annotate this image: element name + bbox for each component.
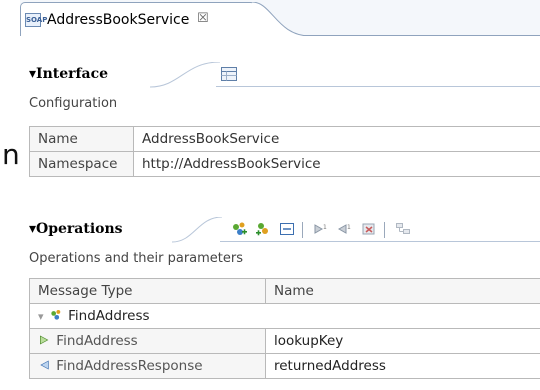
namespace-field[interactable]: http://AddressBookService: [133, 151, 540, 177]
config-key: Namespace: [29, 151, 134, 177]
operations-section-title: Operations: [36, 221, 123, 237]
output-message-icon: [40, 360, 49, 370]
operations-section-header[interactable]: ▾Operations 1 1: [20, 217, 540, 243]
config-key: Name: [29, 126, 134, 152]
table-row: Namespace http://AddressBookService: [29, 151, 540, 177]
svg-text:1: 1: [323, 224, 327, 231]
collapse-icon[interactable]: ▾: [29, 221, 36, 237]
add-operation-icon[interactable]: [230, 220, 248, 238]
operations-label: Operations and their parameters: [29, 251, 244, 266]
operation-icon: [51, 309, 61, 320]
add-fault-icon[interactable]: [360, 220, 378, 238]
table-view-icon[interactable]: [220, 65, 238, 83]
table-header-row: Message Type Name: [29, 278, 540, 304]
section-curve: [150, 62, 220, 88]
editor-tab-strip: SOAP AddressBookService ☒: [20, 0, 540, 36]
operation-group-row[interactable]: ▾ FindAddress: [29, 303, 540, 329]
message-type: FindAddress: [56, 333, 138, 349]
configuration-label: Configuration: [29, 96, 118, 111]
tab-address-book-service[interactable]: SOAP AddressBookService ☒: [20, 2, 256, 36]
name-field[interactable]: AddressBookService: [133, 126, 540, 152]
operations-table: Message Type Name ▾ FindAddress FindAddr…: [29, 278, 540, 379]
message-type: FindAddressResponse: [56, 358, 203, 374]
operation-name: FindAddress: [68, 308, 150, 324]
editor-body: ▾Interface Configuration Name AddressBoo…: [20, 37, 540, 390]
svg-text:1: 1: [347, 224, 351, 231]
remove-icon[interactable]: [394, 220, 412, 238]
parameter-name[interactable]: returnedAddress: [265, 353, 540, 379]
close-icon[interactable]: ☒: [197, 11, 209, 26]
column-header-message-type[interactable]: Message Type: [29, 278, 266, 304]
section-curve: [172, 217, 222, 243]
table-row[interactable]: FindAddress lookupKey: [29, 328, 540, 354]
collapse-icon[interactable]: ▾: [29, 66, 36, 82]
add-parameter-icon[interactable]: [254, 220, 272, 238]
expand-icon[interactable]: ▾: [38, 310, 44, 323]
interface-section-header[interactable]: ▾Interface: [20, 62, 540, 88]
add-input-icon[interactable]: 1: [312, 220, 330, 238]
table-row[interactable]: FindAddressResponse returnedAddress: [29, 353, 540, 379]
stray-text: n: [2, 138, 20, 171]
add-output-icon[interactable]: 1: [336, 220, 354, 238]
service-file-icon: SOAP: [25, 13, 47, 27]
tab-swoop: [252, 2, 311, 36]
table-row: Name AddressBookService: [29, 126, 540, 152]
collapse-all-icon[interactable]: [278, 220, 296, 238]
column-header-name[interactable]: Name: [265, 278, 540, 304]
tab-title: AddressBookService: [47, 12, 190, 28]
configuration-table: Name AddressBookService Namespace http:/…: [29, 126, 540, 177]
interface-section-title: Interface: [36, 66, 109, 82]
parameter-name[interactable]: lookupKey: [265, 328, 540, 354]
input-message-icon: [40, 335, 49, 345]
